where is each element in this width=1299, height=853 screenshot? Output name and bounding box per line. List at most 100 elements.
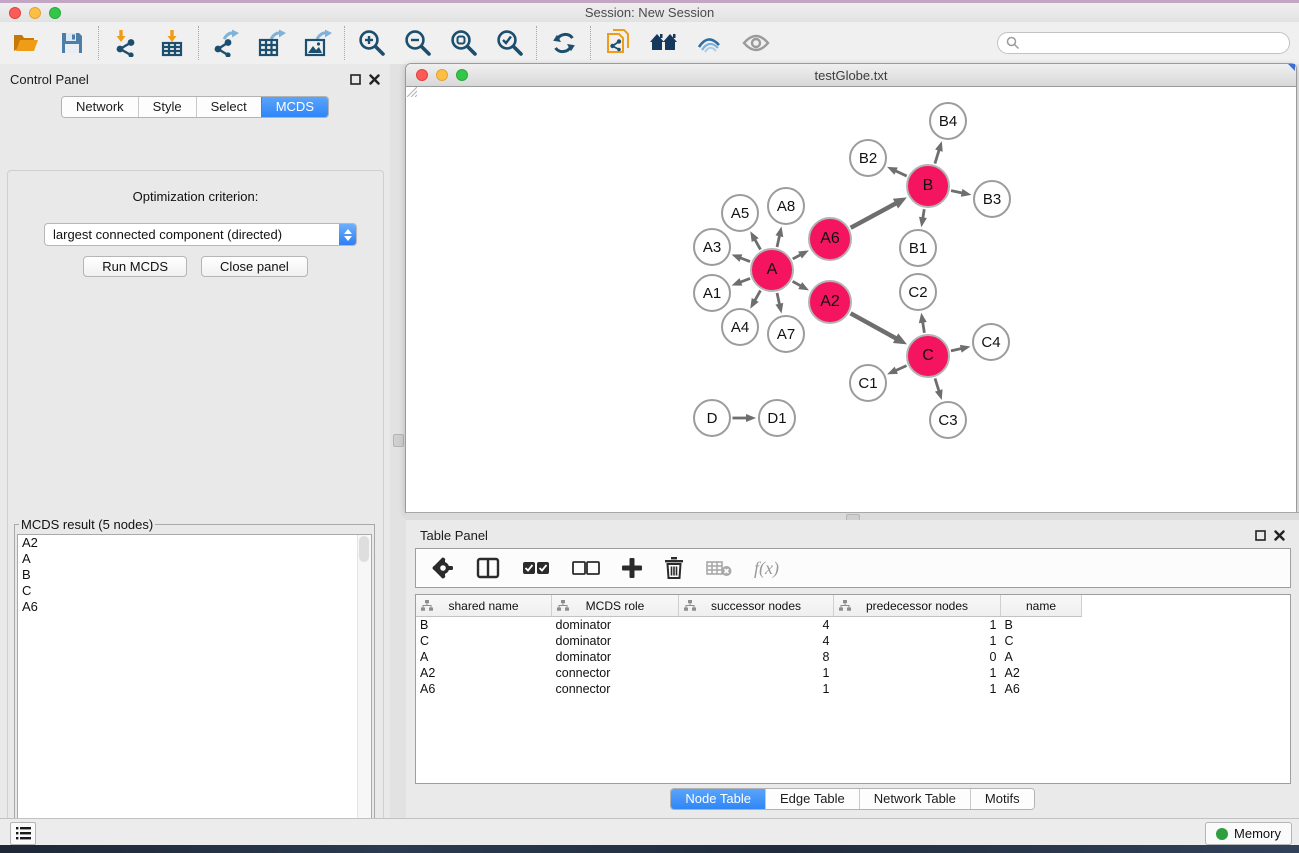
memory-button[interactable]: Memory (1205, 822, 1292, 845)
birds-eye-view-icon[interactable] (694, 27, 726, 59)
table-cell[interactable]: 4 (679, 617, 834, 634)
column-header-predecessor-nodes[interactable]: predecessor nodes (834, 595, 1001, 617)
table-row[interactable]: Adominator80A (416, 649, 1082, 665)
mcds-result-item[interactable]: B (18, 567, 371, 583)
graph-node-B4[interactable]: B4 (929, 102, 967, 140)
column-header-shared-name[interactable]: shared name (416, 595, 552, 617)
window-titlebar[interactable]: Session: New Session (0, 3, 1299, 23)
export-image-icon[interactable] (302, 27, 334, 59)
table-cell[interactable]: 0 (834, 649, 1001, 665)
node-table[interactable]: shared nameMCDS rolesuccessor nodesprede… (415, 594, 1291, 784)
zoom-in-icon[interactable] (356, 27, 388, 59)
graph-node-C3[interactable]: C3 (929, 401, 967, 439)
tab-network-table[interactable]: Network Table (859, 789, 970, 809)
criterion-dropdown[interactable]: largest connected component (directed) (44, 223, 357, 246)
close-window-button[interactable] (9, 7, 21, 19)
add-column-icon[interactable] (622, 558, 642, 578)
zoom-fit-icon[interactable] (448, 27, 480, 59)
search-field[interactable] (997, 32, 1290, 54)
graph-node-A5[interactable]: A5 (721, 194, 759, 232)
open-file-icon[interactable] (10, 27, 42, 59)
table-row[interactable]: A2connector11A2 (416, 665, 1082, 681)
graph-node-A[interactable]: A (750, 248, 794, 292)
table-cell[interactable]: 1 (679, 665, 834, 681)
table-cell[interactable]: A6 (416, 681, 552, 697)
table-options-icon[interactable] (432, 557, 454, 579)
select-all-checkboxes-icon[interactable] (522, 561, 550, 575)
graph-node-D[interactable]: D (693, 399, 731, 437)
graph-node-A7[interactable]: A7 (767, 315, 805, 353)
zoom-out-icon[interactable] (402, 27, 434, 59)
tab-network[interactable]: Network (62, 97, 138, 117)
network-close-button[interactable] (416, 69, 428, 81)
table-cell[interactable]: dominator (552, 617, 679, 634)
graph-node-A4[interactable]: A4 (721, 308, 759, 346)
tab-select[interactable]: Select (196, 97, 261, 117)
export-network-icon[interactable] (210, 27, 242, 59)
table-cell[interactable]: 1 (679, 681, 834, 697)
table-cell[interactable]: 1 (834, 665, 1001, 681)
graph-node-B1[interactable]: B1 (899, 229, 937, 267)
mcds-result-item[interactable]: A2 (18, 535, 371, 551)
delete-column-icon[interactable] (664, 557, 684, 579)
graph-node-B3[interactable]: B3 (973, 180, 1011, 218)
table-cell[interactable]: A2 (416, 665, 552, 681)
graph-node-B2[interactable]: B2 (849, 139, 887, 177)
close-table-panel-icon[interactable] (1274, 530, 1285, 541)
show-hide-icon[interactable] (740, 27, 772, 59)
network-minimize-button[interactable] (436, 69, 448, 81)
graph-node-A8[interactable]: A8 (767, 187, 805, 225)
tab-motifs[interactable]: Motifs (970, 789, 1034, 809)
mcds-result-item[interactable]: A (18, 551, 371, 567)
network-canvas[interactable]: B4B2BB3A5A8A6A3AB1A1A2C2A4A7C4CC1C3DD1 (407, 87, 1295, 512)
zoom-selected-icon[interactable] (494, 27, 526, 59)
close-panel-icon[interactable] (369, 74, 380, 85)
graph-node-C[interactable]: C (906, 334, 950, 378)
vertical-split-divider[interactable] (390, 64, 406, 818)
graph-node-C1[interactable]: C1 (849, 364, 887, 402)
table-cell[interactable]: dominator (552, 649, 679, 665)
graph-node-A2[interactable]: A2 (808, 280, 852, 324)
graph-node-A1[interactable]: A1 (693, 274, 731, 312)
import-network-icon[interactable] (110, 27, 142, 59)
graph-node-A6[interactable]: A6 (808, 217, 852, 261)
export-table-icon[interactable] (256, 27, 288, 59)
column-header-name[interactable]: name (1001, 595, 1082, 617)
run-mcds-button[interactable]: Run MCDS (83, 256, 187, 277)
table-cell[interactable]: 4 (679, 633, 834, 649)
float-panel-icon[interactable] (350, 74, 361, 85)
table-cell[interactable]: A2 (1001, 665, 1082, 681)
vertical-split-grip[interactable] (393, 434, 404, 447)
close-panel-button[interactable]: Close panel (201, 256, 308, 277)
table-row[interactable]: A6connector11A6 (416, 681, 1082, 697)
deselect-all-checkboxes-icon[interactable] (572, 561, 600, 575)
home-icon[interactable] (648, 27, 680, 59)
import-table-icon[interactable] (156, 27, 188, 59)
show-column-icon[interactable] (476, 557, 500, 579)
column-header-MCDS-role[interactable]: MCDS role (552, 595, 679, 617)
table-cell[interactable]: connector (552, 665, 679, 681)
table-cell[interactable]: A (416, 649, 552, 665)
mcds-result-list[interactable]: A2ABCA6 (17, 534, 372, 853)
table-cell[interactable]: A (1001, 649, 1082, 665)
task-history-button[interactable] (10, 822, 36, 845)
table-cell[interactable]: dominator (552, 633, 679, 649)
column-header-successor-nodes[interactable]: successor nodes (679, 595, 834, 617)
graph-node-D1[interactable]: D1 (758, 399, 796, 437)
result-list-scrollbar[interactable] (357, 535, 371, 853)
table-cell[interactable]: 1 (834, 617, 1001, 634)
tab-node-table[interactable]: Node Table (671, 789, 765, 809)
graph-node-C4[interactable]: C4 (972, 323, 1010, 361)
tab-edge-table[interactable]: Edge Table (765, 789, 859, 809)
tab-mcds[interactable]: MCDS (261, 97, 328, 117)
graph-node-B[interactable]: B (906, 164, 950, 208)
table-row[interactable]: Cdominator41C (416, 633, 1082, 649)
table-cell[interactable]: B (416, 617, 552, 634)
table-cell[interactable]: connector (552, 681, 679, 697)
table-cell[interactable]: 8 (679, 649, 834, 665)
network-window-titlebar[interactable]: testGlobe.txt (406, 64, 1296, 87)
table-row[interactable]: Bdominator41B (416, 617, 1082, 634)
zoom-window-button[interactable] (49, 7, 61, 19)
table-cell[interactable]: 1 (834, 681, 1001, 697)
save-session-icon[interactable] (56, 27, 88, 59)
